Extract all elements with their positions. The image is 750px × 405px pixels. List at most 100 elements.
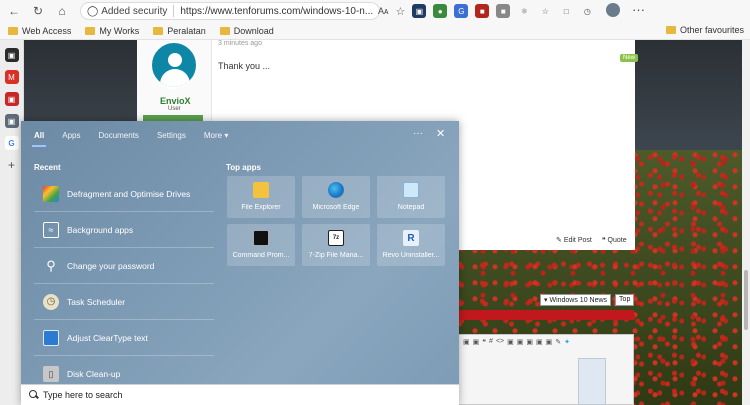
favourites-icon[interactable]: ☆ <box>538 4 552 18</box>
app-label: Command Prom... <box>232 252 290 259</box>
app-label: Microsoft Edge <box>312 204 360 211</box>
editor-tool-icon[interactable]: ▣ <box>526 338 533 346</box>
editor-tool-icon[interactable]: ▣ <box>546 338 553 346</box>
clock-icon: ◷ <box>43 293 59 310</box>
avatar-body <box>160 69 190 87</box>
list-item[interactable]: ◷ Task Scheduler <box>34 284 214 320</box>
bookmark-label: Peralatan <box>167 25 206 36</box>
quote-tool-icon[interactable]: ❝ <box>482 338 486 346</box>
app-tile-microsoft-edge[interactable]: Microsoft Edge <box>302 176 370 218</box>
recent-list: Defragment and Optimise Drives ≈ Backgro… <box>34 176 214 392</box>
code-tool-icon[interactable]: <> <box>496 338 504 346</box>
collections-icon[interactable]: □ <box>559 4 573 18</box>
tab-settings[interactable]: Settings <box>157 131 186 140</box>
folder-icon <box>665 26 676 34</box>
revo-icon: R <box>403 230 419 246</box>
username[interactable]: EnvioX <box>160 96 191 106</box>
sidebar-app-icon-2[interactable]: ▣ <box>4 92 19 106</box>
app-tile-revo-uninstaller[interactable]: R Revo Uninstaller... <box>377 224 445 266</box>
bookmark-label: Other favourites <box>679 25 744 35</box>
close-icon[interactable]: ✕ <box>436 127 445 140</box>
pen-tool-icon[interactable]: ✎ <box>555 338 561 346</box>
bookmark-label: My Works <box>99 25 140 36</box>
app-tile-command-prompt[interactable]: Command Prom... <box>227 224 295 266</box>
editor-tool-icon[interactable]: ▣ <box>507 338 514 346</box>
avatar[interactable] <box>150 41 198 89</box>
sidebar-app-icon-1[interactable]: ▣ <box>4 48 19 62</box>
url-text: https://www.tenforums.com/windows-10-n..… <box>180 5 374 17</box>
list-item[interactable]: ≈ Background apps <box>34 212 214 248</box>
list-item[interactable]: ⚲ Change your password <box>34 248 214 284</box>
forum-nav: ▾ Windows 10 News Top <box>540 294 635 306</box>
forum-select[interactable]: ▾ Windows 10 News <box>540 294 612 306</box>
google-icon[interactable]: G <box>4 136 19 150</box>
browser-toolbar: ← ↻ ⌂ ◯ Added security https://www.tenfo… <box>0 0 750 22</box>
reader-icon[interactable]: Aᴀ <box>378 6 388 16</box>
add-icon[interactable]: + <box>5 158 19 172</box>
folder-icon <box>8 26 18 35</box>
new-badge: New <box>620 54 639 62</box>
reply-editor[interactable]: ▣ ▣ ❝ # <> ▣ ▣ ▣ ▣ ▣ ✎ ✦ <box>458 334 634 405</box>
sidebar-app-icon-3[interactable]: ▣ <box>4 114 19 128</box>
extension-icon-3[interactable]: ■ <box>475 4 490 18</box>
bookmark-my-works[interactable]: My Works <box>85 26 139 36</box>
post-timestamp: 3 minutes ago <box>218 40 262 47</box>
folder-icon <box>153 26 164 35</box>
extension-icon-4[interactable]: ■ <box>496 4 511 18</box>
bookmark-peralatan[interactable]: Peralatan <box>153 26 206 36</box>
extension-icon-2[interactable]: ● <box>433 4 448 18</box>
extensions-icon[interactable]: ⚛ <box>517 4 531 18</box>
hash-tool-icon[interactable]: # <box>489 338 493 346</box>
start-options-button[interactable]: ··· <box>413 128 423 139</box>
app-tile-7zip[interactable]: 7z 7-Zip File Mana... <box>302 224 370 266</box>
quote-button[interactable]: ❝ Quote <box>602 236 627 244</box>
editor-tool-icon[interactable]: ▣ <box>463 338 470 346</box>
refresh-icon[interactable]: ↻ <box>28 1 48 21</box>
tab-apps[interactable]: Apps <box>62 131 80 140</box>
forum-red-strip <box>458 310 634 320</box>
back-icon[interactable]: ← <box>4 1 24 21</box>
profile-avatar[interactable] <box>606 3 620 17</box>
avatar-head <box>168 53 182 67</box>
recent-item-label: Change your password <box>67 260 155 271</box>
taskbar-search[interactable] <box>21 384 459 405</box>
key-icon: ⚲ <box>46 257 56 273</box>
address-bar[interactable]: ◯ Added security https://www.tenforums.c… <box>80 2 380 20</box>
list-item[interactable]: Defragment and Optimise Drives <box>34 176 214 212</box>
folder-icon <box>219 26 230 35</box>
folder-icon <box>253 182 269 198</box>
list-item[interactable]: Adjust ClearType text <box>34 320 214 356</box>
top-button[interactable]: Top <box>615 294 635 306</box>
post-actions: ✎ Edit Post ❝ Quote <box>556 236 627 244</box>
editor-tool-icon[interactable]: ▣ <box>473 338 480 346</box>
star-icon[interactable]: ☆ <box>395 5 405 18</box>
extension-icon-1[interactable]: ▣ <box>412 4 427 18</box>
translate-icon[interactable]: G <box>454 4 469 18</box>
search-icon <box>29 390 39 400</box>
recent-title: Recent <box>34 163 61 172</box>
browser-menu-button[interactable]: ··· <box>632 2 645 17</box>
tab-more[interactable]: More ▾ <box>204 131 228 140</box>
app-tile-notepad[interactable]: Notepad <box>377 176 445 218</box>
home-icon[interactable]: ⌂ <box>52 1 72 21</box>
editor-tool-icon[interactable]: ▣ <box>517 338 524 346</box>
gmail-icon[interactable]: M <box>4 70 19 84</box>
bookmark-other-favourites[interactable]: Other favourites <box>665 25 744 35</box>
editor-tool-icon[interactable]: ▣ <box>536 338 543 346</box>
twitter-tool-icon[interactable]: ✦ <box>564 338 570 346</box>
editor-side-panel <box>578 358 606 405</box>
history-icon[interactable]: ◷ <box>580 4 594 18</box>
edit-post-button[interactable]: ✎ Edit Post <box>556 236 592 244</box>
tab-documents[interactable]: Documents <box>98 131 138 140</box>
page-scrollbar[interactable] <box>742 40 750 405</box>
defrag-icon <box>43 185 59 202</box>
tab-more-label: More <box>203 130 223 140</box>
bookmark-download[interactable]: Download <box>219 26 274 36</box>
page-scrollbar-thumb[interactable] <box>744 270 748 330</box>
app-tile-file-explorer[interactable]: File Explorer <box>227 176 295 218</box>
tab-all[interactable]: All <box>31 131 47 147</box>
bookmark-web-access[interactable]: Web Access <box>8 26 71 36</box>
app-label: Revo Uninstaller... <box>382 252 440 259</box>
search-input[interactable] <box>43 390 423 400</box>
recent-item-label: Disk Clean-up <box>67 369 121 379</box>
